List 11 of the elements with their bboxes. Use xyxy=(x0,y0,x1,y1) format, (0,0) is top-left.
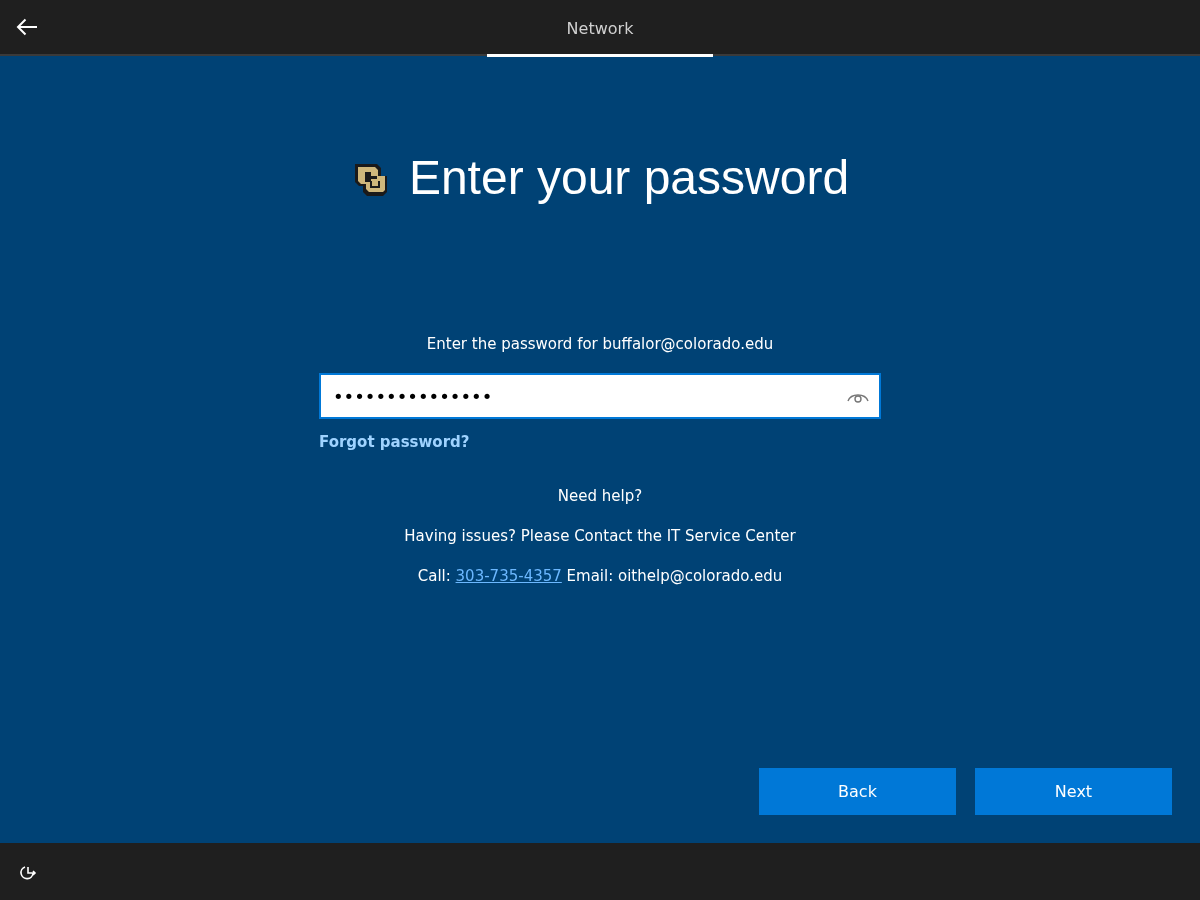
password-field[interactable]: ••••••••••••••• xyxy=(319,373,881,419)
back-arrow-icon[interactable] xyxy=(16,18,38,36)
password-prompt: Enter the password for buffalor@colorado.edu xyxy=(425,335,775,353)
help-heading: Need help? xyxy=(556,487,644,505)
help-message: Having issues? Please Contact the IT Service Center xyxy=(404,527,796,545)
forgot-password-link[interactable]: Forgot password? xyxy=(319,433,470,451)
phone-link[interactable]: 303-735-4357 xyxy=(455,567,562,585)
nav-button[interactable]: Next xyxy=(975,768,1172,815)
nav-button[interactable]: Back xyxy=(759,768,956,815)
contact-line: Call: 303-735-4357 Email: oithelp@colorado.edu xyxy=(416,567,784,585)
page-title: Enter your password xyxy=(408,150,850,205)
